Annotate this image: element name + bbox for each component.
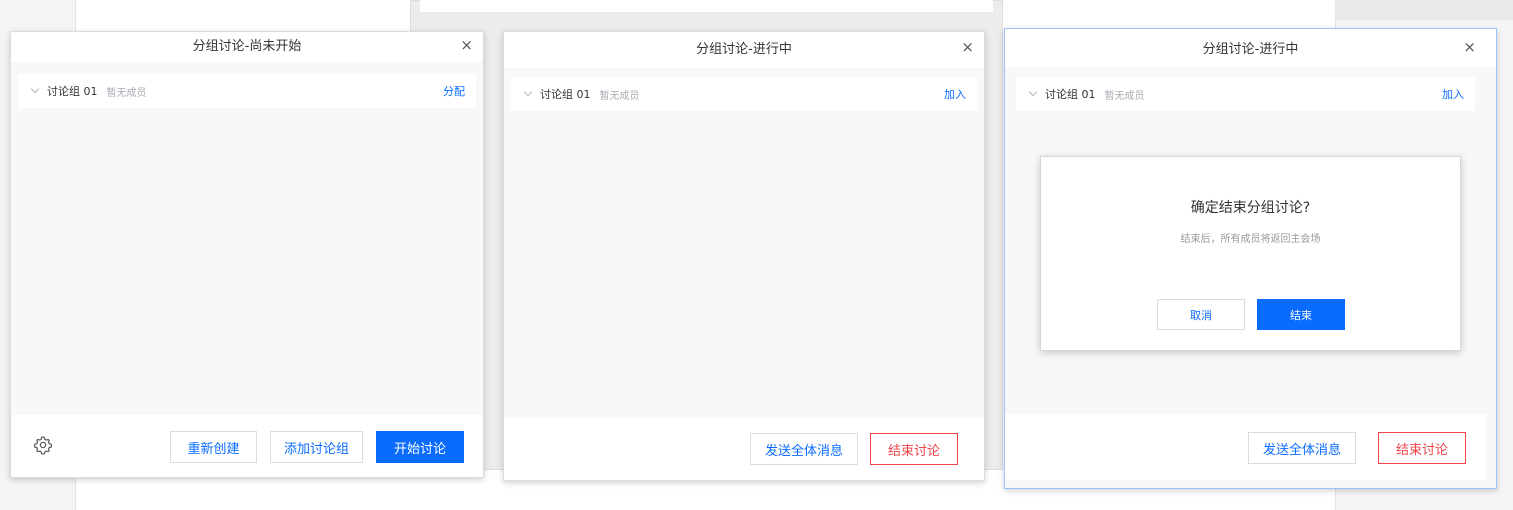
assign-link[interactable]: 分配 bbox=[443, 83, 465, 99]
breakout-panel-not-started: 分组讨论-尚未开始 × 讨论组 01 暂无成员 分配 重新创建 添加讨论组 开始… bbox=[10, 31, 484, 478]
panel-footer: 重新创建 添加讨论组 开始讨论 bbox=[11, 415, 483, 477]
panel-header: 分组讨论-进行中 × bbox=[1005, 29, 1496, 67]
confirm-end-button[interactable]: 结束 bbox=[1257, 299, 1345, 330]
end-discussion-button[interactable]: 结束讨论 bbox=[1378, 432, 1466, 464]
group-row[interactable]: 讨论组 01 暂无成员 加入 bbox=[511, 77, 977, 111]
breakout-panel-confirm-end: 分组讨论-进行中 × 讨论组 01 暂无成员 加入 确定结束分组讨论? 结束后，… bbox=[1004, 28, 1497, 489]
dialog-title: 确定结束分组讨论? bbox=[1190, 200, 1311, 216]
confirm-end-dialog: 确定结束分组讨论? 结束后，所有成员将返回主会场 取消 结束 bbox=[1040, 156, 1461, 351]
join-link[interactable]: 加入 bbox=[1442, 86, 1464, 102]
group-name: 讨论组 01 bbox=[1045, 88, 1096, 101]
panel-title: 分组讨论-进行中 bbox=[696, 42, 792, 57]
breakout-panel-in-progress: 分组讨论-进行中 × 讨论组 01 暂无成员 加入 发送全体消息 结束讨论 bbox=[503, 31, 985, 481]
chevron-down-icon[interactable] bbox=[1028, 87, 1038, 97]
dialog-message: 结束后，所有成员将返回主会场 bbox=[1180, 234, 1321, 245]
close-icon[interactable]: × bbox=[460, 38, 473, 53]
add-group-button[interactable]: 添加讨论组 bbox=[270, 431, 363, 463]
gear-icon[interactable] bbox=[33, 435, 53, 455]
start-discussion-button[interactable]: 开始讨论 bbox=[376, 431, 464, 463]
close-icon[interactable]: × bbox=[1463, 40, 1476, 55]
group-row[interactable]: 讨论组 01 暂无成员 加入 bbox=[1016, 77, 1475, 111]
group-name: 讨论组 01 bbox=[47, 85, 98, 98]
panel-header: 分组讨论-进行中 × bbox=[504, 32, 984, 68]
background-top-bar bbox=[1335, 0, 1513, 20]
chevron-down-icon[interactable] bbox=[30, 84, 40, 94]
panel-title: 分组讨论-进行中 bbox=[1202, 42, 1299, 57]
recreate-button[interactable]: 重新创建 bbox=[170, 431, 257, 463]
close-icon[interactable]: × bbox=[961, 40, 974, 55]
end-discussion-button[interactable]: 结束讨论 bbox=[870, 433, 958, 465]
group-status: 暂无成员 bbox=[106, 87, 147, 99]
group-row[interactable]: 讨论组 01 暂无成员 分配 bbox=[18, 74, 476, 108]
cancel-button[interactable]: 取消 bbox=[1157, 299, 1245, 330]
join-link[interactable]: 加入 bbox=[944, 86, 966, 102]
group-name: 讨论组 01 bbox=[540, 88, 591, 101]
panel-title: 分组讨论-尚未开始 bbox=[192, 39, 302, 54]
panel-header: 分组讨论-尚未开始 × bbox=[11, 32, 483, 62]
broadcast-message-button[interactable]: 发送全体消息 bbox=[1248, 432, 1356, 464]
broadcast-message-button[interactable]: 发送全体消息 bbox=[750, 433, 858, 465]
group-status: 暂无成员 bbox=[1104, 90, 1145, 102]
group-status: 暂无成员 bbox=[599, 90, 640, 102]
background-center-card-inner bbox=[420, 0, 993, 12]
chevron-down-icon[interactable] bbox=[523, 87, 533, 97]
panel-footer: 发送全体消息 结束讨论 bbox=[1005, 414, 1486, 480]
panel-footer: 发送全体消息 结束讨论 bbox=[504, 418, 984, 480]
